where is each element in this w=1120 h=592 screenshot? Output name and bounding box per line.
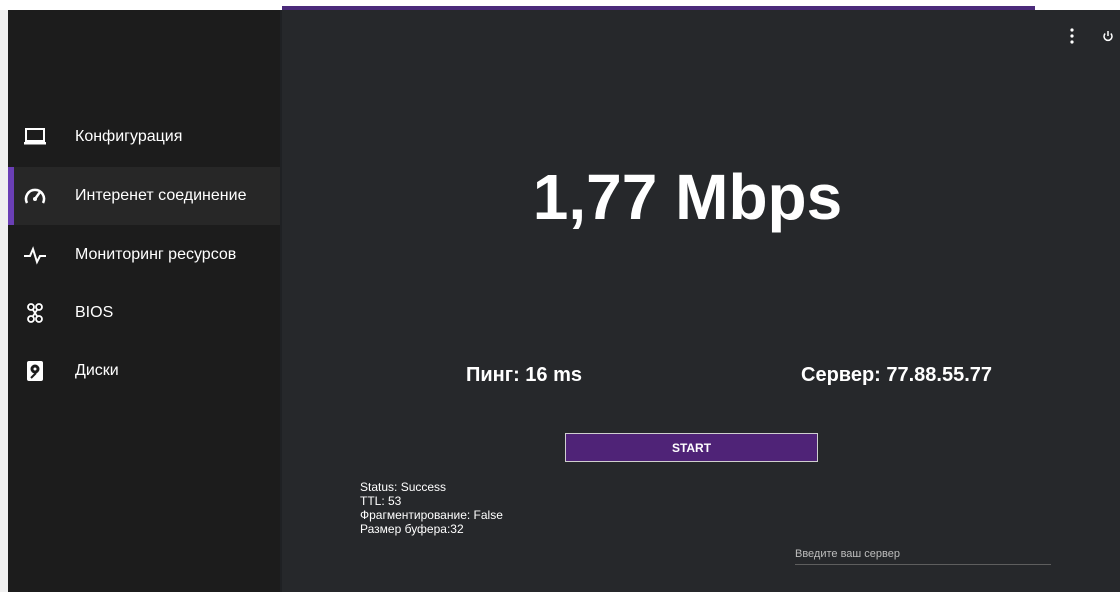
pulse-icon xyxy=(22,243,48,267)
sidebar-item-disks[interactable]: Диски xyxy=(8,342,280,400)
chip-icon xyxy=(22,301,48,325)
sidebar-item-label: Диски xyxy=(75,362,119,379)
speed-result: 1,77 Mbps xyxy=(0,160,905,234)
sidebar-item-label: Конфигурация xyxy=(75,128,183,145)
power-icon[interactable] xyxy=(1100,28,1116,44)
more-vertical-icon[interactable] xyxy=(1064,28,1080,44)
sidebar-item-bios[interactable]: BIOS xyxy=(8,284,280,342)
laptop-icon xyxy=(22,125,48,149)
status-line: Status: Success xyxy=(360,480,447,494)
sidebar: Конфигурация Интеренет соединение Монито… xyxy=(8,10,280,592)
sidebar-item-label: Мониторинг ресурсов xyxy=(75,246,237,263)
server-input[interactable] xyxy=(795,544,1051,565)
ttl-line: TTL: 53 xyxy=(360,494,402,508)
window-edge xyxy=(0,10,8,592)
status-panel: Status: Success TTL: 53 Фрагментирование… xyxy=(360,480,503,536)
speed-value: 1,77 Mbps xyxy=(532,161,843,233)
sidebar-item-configuration[interactable]: Конфигурация xyxy=(8,108,280,166)
hard-disk-icon xyxy=(22,359,48,383)
ping-value: Пинг: 16 ms xyxy=(466,364,583,386)
start-button[interactable]: START xyxy=(565,433,818,462)
server-value: Сервер: 77.88.55.77 xyxy=(801,364,993,386)
top-strip xyxy=(0,0,1120,10)
buffer-size-line: Размер буфера:32 xyxy=(360,522,464,536)
sidebar-item-monitoring[interactable]: Мониторинг ресурсов xyxy=(8,226,280,284)
sidebar-item-label: BIOS xyxy=(75,304,114,321)
fragmentation-line: Фрагментирование: False xyxy=(360,508,503,522)
